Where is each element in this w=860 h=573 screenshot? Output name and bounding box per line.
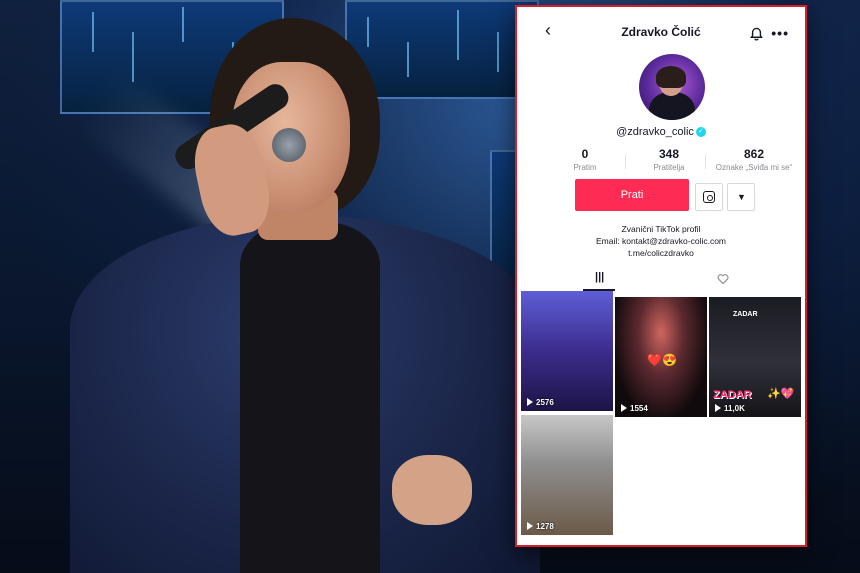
pointing-hand [392,455,472,525]
bio-email-link[interactable]: Email: kontakt@zdravko-colic.com [517,235,805,247]
bio: Zvanični TikTok profil Email: kontakt@zd… [517,223,805,259]
grid-icon[interactable]: ||| [595,271,604,283]
username-row: @zdravko_colic ✓ [517,126,805,138]
username: @zdravko_colic [616,126,694,138]
follow-button[interactable]: Prati [575,179,689,211]
stat-likes[interactable]: 862 Oznake „Sviđa mi se“ [709,147,799,172]
instagram-button[interactable] [695,183,723,211]
microphone-head [272,128,306,162]
stat-followers[interactable]: 348 Pratitelja [639,147,699,172]
stat-divider [625,155,626,169]
play-icon [527,398,533,406]
profile-header: ‹ Zdravko Čolić ••• [517,7,805,51]
bio-telegram-link[interactable]: t.me/coliczdravko [517,247,805,259]
chevron-down-icon: ▼ [737,192,746,202]
tiktok-profile-screenshot: ‹ Zdravko Čolić ••• @zdravko_colic ✓ 0 Pr… [515,5,807,547]
sparkle-icon: ✨💖 [767,388,795,400]
video-thumbnail[interactable]: 1278 [521,415,613,535]
suggested-accounts-button[interactable]: ▼ [727,183,755,211]
stat-divider [705,155,706,169]
bell-icon[interactable] [750,27,763,41]
liked-heart-icon[interactable] [717,273,729,285]
play-icon [621,404,627,412]
avatar[interactable] [639,54,705,120]
stat-following[interactable]: 0 Pratim [565,147,605,172]
video-thumbnail[interactable]: 2576 [521,291,613,411]
more-dots-icon[interactable]: ••• [771,25,789,41]
black-shirt [240,222,380,573]
play-icon [527,522,533,530]
verified-badge-icon: ✓ [695,127,706,138]
play-icon [715,404,721,412]
video-thumbnail[interactable]: ❤️😍 1554 [615,297,707,417]
video-thumbnail[interactable]: ZADAR ZADAR ✨💖 11,0K [709,297,801,417]
instagram-icon [703,191,715,203]
content-tabs: ||| [517,267,805,291]
heart-emoji-icon: ❤️😍 [647,353,677,367]
